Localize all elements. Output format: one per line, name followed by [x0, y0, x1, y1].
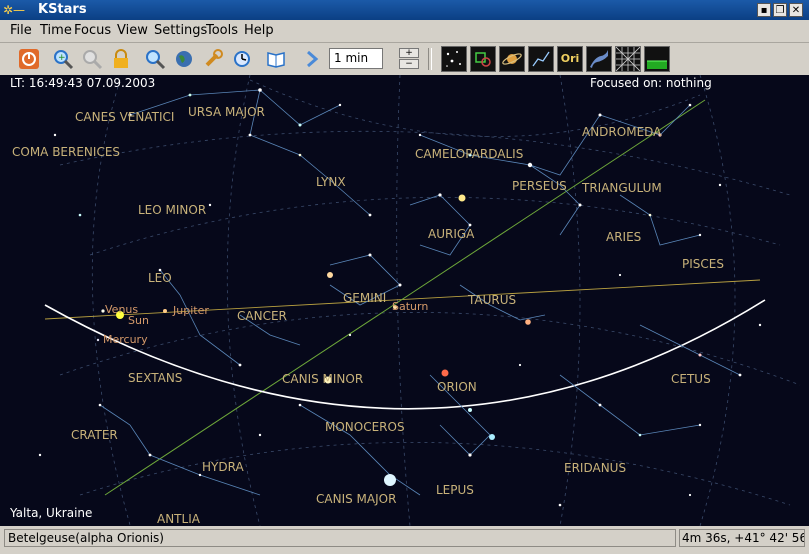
window-title: KStars — [38, 2, 87, 17]
ground-icon — [647, 60, 667, 69]
constellation-label: LYNX — [316, 175, 346, 189]
title-bar: ✲— KStars ▪ ❐ ✕ — [0, 0, 809, 20]
constellation-label: COMA BERENICES — [12, 145, 121, 159]
constellation-label: CAMELOPARDALIS — [415, 147, 524, 161]
minimize-button[interactable]: ▪ — [757, 3, 771, 17]
constellation-label: TAURUS — [468, 293, 517, 307]
stars-icon — [446, 51, 461, 67]
menu-bar: File Time Focus View Settings Tools Help — [0, 20, 809, 43]
toggle-stars-button[interactable] — [441, 46, 467, 72]
time-step-input[interactable]: 1 min — [329, 48, 383, 69]
clock-icon — [234, 51, 250, 67]
toggle-milky-way-button[interactable] — [586, 46, 612, 72]
focus-label: Focused on: nothing — [590, 76, 712, 90]
constellation-label: ANTLIA — [157, 512, 200, 526]
location-label: Yalta, Ukraine — [10, 506, 93, 520]
toggle-solar-system-button[interactable] — [499, 46, 525, 72]
menu-view[interactable]: View — [117, 23, 148, 38]
constellation-label: LEO — [148, 271, 172, 285]
toggle-ground-button[interactable] — [644, 46, 670, 72]
toggle-constellation-names-button[interactable]: Ori — [557, 46, 583, 72]
geo-location-button[interactable] — [171, 46, 197, 72]
zoom-out-icon — [83, 50, 103, 70]
power-icon — [19, 49, 39, 69]
constellation-label: CANCER — [237, 309, 287, 323]
sky-map[interactable]: LT: 16:49:43 07.09.2003 Focused on: noth… — [0, 75, 809, 526]
zoom-in-icon: + — [54, 50, 74, 70]
constellation-label: PISCES — [682, 257, 724, 271]
configure-button[interactable] — [200, 46, 226, 72]
stars — [38, 88, 762, 507]
constellation-label: TRIANGULUM — [582, 181, 662, 195]
toolbar: + 1 min + − Ori — [0, 43, 809, 76]
constellation-label: PERSEUS — [512, 179, 567, 193]
kstars-app-icon[interactable]: ✲— — [3, 2, 33, 18]
constellation-label: CANIS MINOR — [282, 372, 364, 386]
zoom-in-button[interactable]: + — [50, 46, 76, 72]
milky-way-icon — [590, 50, 608, 68]
menu-time[interactable]: Time — [40, 23, 72, 38]
constellation-label: AURIGA — [428, 227, 475, 241]
toggle-deep-sky-button[interactable] — [470, 46, 496, 72]
close-button[interactable]: ✕ — [789, 3, 803, 17]
constellation-label: CANIS MAJOR — [316, 492, 397, 506]
time-direction-button[interactable] — [263, 46, 289, 72]
find-object-button[interactable] — [142, 46, 168, 72]
lock-button[interactable] — [108, 46, 134, 72]
constellation-label: CANES VENATICI — [75, 110, 175, 124]
globe-icon — [176, 51, 192, 67]
wrench-icon — [205, 49, 223, 67]
object-name-status: Betelgeuse(alpha Orionis) — [4, 529, 676, 547]
horizon-line — [44, 299, 766, 410]
constellation-label: LEPUS — [436, 483, 474, 497]
constellation-label: MONOCEROS — [325, 420, 405, 434]
zoom-out-button[interactable] — [79, 46, 105, 72]
menu-settings[interactable]: Settings — [154, 23, 207, 38]
planet-label-mercury: Mercury — [103, 333, 148, 346]
constellation-label: ORION — [437, 380, 477, 394]
toggle-coordinate-grid-button[interactable] — [615, 46, 641, 72]
menu-tools[interactable]: Tools — [206, 23, 238, 38]
coordinate-grid — [59, 75, 801, 526]
menu-file[interactable]: File — [10, 23, 32, 38]
maximize-button[interactable]: ❐ — [773, 3, 787, 17]
time-step-increase[interactable]: + — [399, 48, 419, 58]
search-icon — [146, 50, 166, 70]
lock-icon — [114, 49, 128, 68]
set-time-button[interactable] — [229, 46, 255, 72]
planet-label-jupiter: Jupiter — [173, 304, 209, 317]
menu-focus[interactable]: Focus — [74, 23, 111, 38]
solar-system-icon — [502, 53, 522, 65]
book-icon — [267, 52, 285, 68]
local-time-label: LT: 16:49:43 07.09.2003 — [10, 76, 156, 90]
chevron-right-icon — [307, 50, 319, 68]
coordinate-grid-icon — [615, 46, 641, 72]
coordinates-status: 4m 36s, +41° 42' 56" — [679, 529, 805, 547]
constellation-label: CRATER — [71, 428, 118, 442]
constellation-label: GEMINI — [343, 291, 387, 305]
celestial-equator-line — [104, 99, 706, 496]
time-forward-button[interactable] — [299, 46, 325, 72]
planet-label-sun: Sun — [128, 314, 149, 327]
quit-button[interactable] — [16, 46, 42, 72]
svg-text:+: + — [58, 53, 66, 63]
time-step-decrease[interactable]: − — [399, 59, 419, 69]
constellation-label: CETUS — [671, 372, 711, 386]
constellation-label: URSA MAJOR — [188, 105, 265, 119]
planet-label-saturn: Saturn — [392, 300, 429, 313]
toolbar-separator — [428, 48, 432, 70]
deep-sky-icon — [475, 52, 491, 67]
constellation-label: LEO MINOR — [138, 203, 207, 217]
constellation-label: ARIES — [606, 230, 642, 244]
status-bar: Betelgeuse(alpha Orionis) 4m 36s, +41° 4… — [0, 526, 809, 554]
constellation-label: HYDRA — [202, 460, 244, 474]
constellation-label: SEXTANS — [128, 371, 183, 385]
toggle-constellation-lines-button[interactable] — [528, 46, 554, 72]
constellation-label: ANDROMEDA — [582, 125, 662, 139]
menu-help[interactable]: Help — [244, 23, 274, 38]
constellation-lines-icon — [532, 51, 550, 67]
constellation-label: ERIDANUS — [564, 461, 627, 475]
